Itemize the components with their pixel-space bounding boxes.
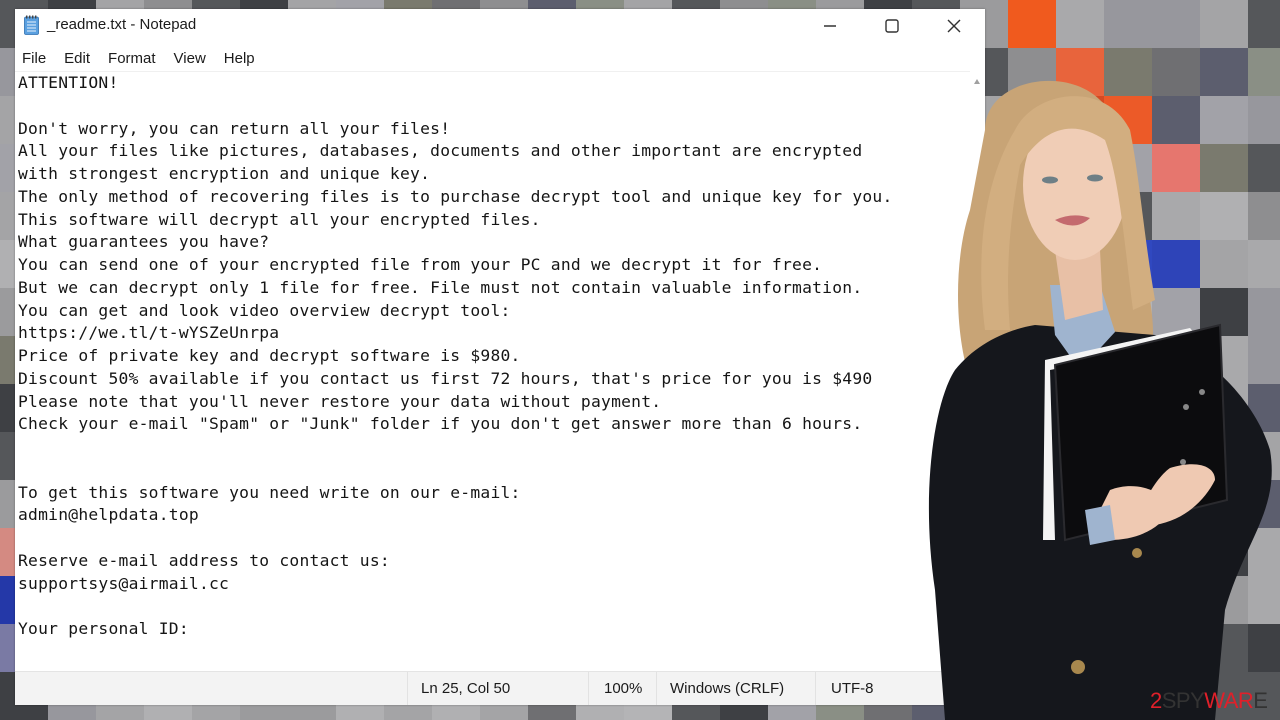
text-editor[interactable]: ATTENTION! Don't worry, you can return a… (15, 71, 970, 672)
mosaic-tile (1200, 0, 1248, 48)
mosaic-tile (1152, 0, 1200, 48)
right-eye (1087, 174, 1103, 182)
notepad-window: _readme.txt - Notepad File Edit Format V… (15, 9, 985, 705)
cursor-position: Ln 25, Col 50 (421, 680, 511, 697)
encoding[interactable]: UTF-8 (831, 680, 874, 697)
watermark-suffix: E (1253, 688, 1268, 713)
binder-ring (1199, 389, 1205, 395)
mosaic-tile (1008, 0, 1056, 48)
menu-format[interactable]: Format (101, 50, 167, 67)
shirt-cuff (1085, 505, 1115, 545)
zoom-level[interactable]: 100% (604, 680, 642, 697)
title-bar[interactable]: _readme.txt - Notepad (15, 9, 985, 43)
menu-help[interactable]: Help (217, 50, 266, 67)
close-button[interactable] (923, 9, 985, 43)
binder-ring (1180, 459, 1186, 465)
2spyware-watermark: 2SPYWARE (1150, 688, 1268, 714)
minimize-button[interactable] (799, 9, 861, 43)
watermark-prefix: 2 (1150, 688, 1162, 713)
menu-bar: File Edit Format View Help (15, 45, 985, 71)
notepad-icon (24, 15, 39, 35)
status-bar: Ln 25, Col 50 100% Windows (CRLF) UTF-8 (15, 671, 985, 705)
menu-file[interactable]: File (15, 50, 57, 67)
status-separator (407, 672, 408, 705)
document-text[interactable]: ATTENTION! Don't worry, you can return a… (15, 72, 970, 641)
maximize-icon (885, 19, 899, 33)
status-separator (815, 672, 816, 705)
window-title: _readme.txt - Notepad (47, 16, 197, 33)
mosaic-tile (1104, 0, 1152, 48)
status-separator (588, 672, 589, 705)
person-with-binder-image (928, 80, 1272, 720)
jacket-button (1071, 660, 1085, 674)
close-icon (947, 19, 961, 33)
line-ending[interactable]: Windows (CRLF) (670, 680, 784, 697)
watermark-spy: SPY (1161, 688, 1205, 713)
maximize-button[interactable] (861, 9, 923, 43)
mosaic-tile (1056, 0, 1104, 48)
watermark-ware: WAR (1204, 688, 1254, 713)
minimize-icon (824, 25, 836, 27)
binder-ring (1183, 404, 1189, 410)
mosaic-tile (1248, 0, 1280, 48)
menu-edit[interactable]: Edit (57, 50, 101, 67)
jacket-button (1132, 548, 1142, 558)
status-separator (656, 672, 657, 705)
menu-view[interactable]: View (167, 50, 217, 67)
left-eye (1042, 176, 1058, 184)
